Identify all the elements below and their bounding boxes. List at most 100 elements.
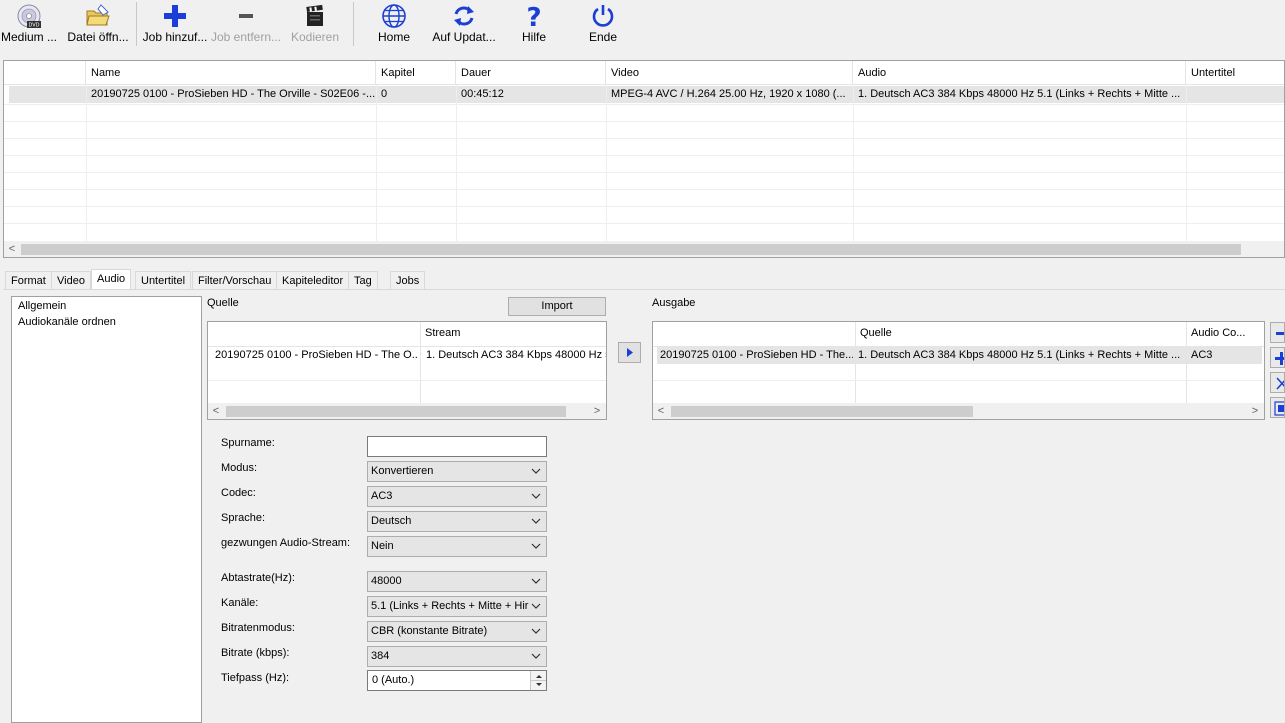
exit-label: Ende <box>588 30 618 44</box>
list-item-audio-channel-order[interactable]: Audiokanäle ordnen <box>18 316 116 328</box>
column-header-duration[interactable]: Dauer <box>456 61 606 85</box>
column-header-audio-codec[interactable]: Audio Co... <box>1191 327 1245 339</box>
tab-jobs[interactable]: Jobs <box>390 271 426 289</box>
add-to-output-button[interactable] <box>618 342 641 363</box>
scroll-right-arrow-icon[interactable]: > <box>590 403 604 419</box>
forced-stream-value: Nein <box>371 540 394 552</box>
source-table-scrollbar[interactable]: < > <box>208 403 606 419</box>
output-label: Ausgabe <box>652 297 696 309</box>
codec-label: Codec: <box>221 487 256 499</box>
clear-output-button[interactable] <box>1270 372 1285 393</box>
column-header-subtitles[interactable]: Untertitel <box>1186 61 1284 85</box>
add-job-label: Job hinzuf... <box>142 30 208 44</box>
lowpass-spinbox[interactable]: 0 (Auto.) <box>367 670 547 691</box>
output-stream-table[interactable]: Quelle Audio Co... 20190725 0100 - ProSi… <box>652 321 1265 420</box>
scrollbar-thumb[interactable] <box>226 406 566 417</box>
add-output-button[interactable] <box>1270 347 1285 368</box>
spin-up-down-icon <box>531 675 546 686</box>
exit-button[interactable]: Ende <box>577 0 629 52</box>
help-button[interactable]: ? Hilfe <box>508 0 560 52</box>
help-label: Hilfe <box>521 30 546 44</box>
scrollbar-thumb[interactable] <box>671 406 973 417</box>
audio-settings-list[interactable]: Allgemein Audiokanäle ordnen <box>11 296 202 723</box>
column-header-name[interactable]: Name <box>86 61 376 85</box>
medium-label: Medium ... <box>0 30 57 44</box>
source-file-cell[interactable]: 20190725 0100 - ProSieben HD - The O... <box>215 349 418 361</box>
language-select[interactable]: Deutsch <box>367 511 547 532</box>
toolbar-separator <box>136 2 137 46</box>
select-all-icon <box>1274 401 1284 416</box>
home-button[interactable]: Home <box>368 0 420 52</box>
remove-output-button[interactable] <box>1270 322 1285 343</box>
film-clapper-icon <box>306 4 323 26</box>
grid-line <box>4 104 1284 105</box>
output-table-scrollbar[interactable]: < > <box>653 403 1264 419</box>
open-file-label: Datei öffn... <box>67 30 129 44</box>
scroll-left-arrow-icon[interactable]: < <box>5 241 19 257</box>
update-button[interactable]: Auf Updat... <box>428 0 500 52</box>
import-button[interactable]: Import <box>508 297 606 316</box>
tab-subtitles[interactable]: Untertitel <box>135 271 192 289</box>
grid-line <box>653 380 1264 381</box>
forced-stream-select[interactable]: Nein <box>367 536 547 557</box>
mode-select[interactable]: Konvertieren <box>367 461 547 482</box>
channels-select[interactable]: 5.1 (Links + Rechts + Mitte + Hir <box>367 596 547 617</box>
column-header-video[interactable]: Video <box>606 61 853 85</box>
scrollbar-thumb[interactable] <box>21 244 1241 255</box>
encode-button[interactable]: Kodieren <box>288 0 342 52</box>
bitrate-mode-select[interactable]: CBR (konstante Bitrate) <box>367 621 547 642</box>
open-file-button[interactable]: Datei öffn... <box>64 0 132 52</box>
chevron-down-icon <box>531 628 541 634</box>
tab-audio[interactable]: Audio <box>91 269 132 290</box>
toolbar-separator <box>353 2 354 46</box>
chevron-down-icon <box>531 493 541 499</box>
language-label: Sprache: <box>221 512 266 524</box>
grid-line <box>4 138 1284 139</box>
column-header-source[interactable]: Quelle <box>860 327 892 339</box>
remove-job-button[interactable]: Job entfern... <box>210 0 282 52</box>
codec-select[interactable]: AC3 <box>367 486 547 507</box>
grid-line <box>4 155 1284 156</box>
output-file-cell[interactable]: 20190725 0100 - ProSieben HD - The... <box>660 349 853 361</box>
medium-button[interactable]: DVD Medium ... <box>0 0 58 52</box>
job-chapters-cell: 0 <box>381 88 388 100</box>
tab-chapter-editor[interactable]: Kapiteleditor <box>276 271 350 289</box>
select-all-output-button[interactable] <box>1270 397 1285 418</box>
question-mark-icon: ? <box>526 3 541 29</box>
play-arrow-icon <box>627 348 633 357</box>
remove-job-label: Job entfern... <box>210 30 282 44</box>
source-stream-cell[interactable]: 1. Deutsch AC3 384 Kbps 48000 Hz 5 <box>426 349 606 361</box>
tab-tag[interactable]: Tag <box>348 271 378 289</box>
samplerate-select[interactable]: 48000 <box>367 571 547 592</box>
tab-video[interactable]: Video <box>51 271 91 289</box>
list-item-general[interactable]: Allgemein <box>18 300 66 312</box>
column-header-audio[interactable]: Audio <box>853 61 1186 85</box>
column-header-chapters[interactable]: Kapitel <box>376 61 456 85</box>
svg-text:?: ? <box>526 3 541 29</box>
open-folder-icon <box>86 4 110 26</box>
scroll-right-arrow-icon[interactable]: > <box>1248 403 1262 419</box>
bitrate-select[interactable]: 384 <box>367 646 547 667</box>
grid-line <box>420 322 421 403</box>
track-name-input[interactable] <box>367 436 547 457</box>
scroll-left-arrow-icon[interactable]: < <box>209 403 223 419</box>
tab-format[interactable]: Format <box>5 271 52 289</box>
column-header-stream[interactable]: Stream <box>425 327 460 339</box>
grid-line <box>208 380 606 381</box>
grid-line <box>456 85 457 242</box>
source-label: Quelle <box>207 297 239 309</box>
grid-line <box>4 172 1284 173</box>
scroll-left-arrow-icon[interactable]: < <box>654 403 668 419</box>
column-header-check[interactable] <box>4 61 86 85</box>
job-table[interactable]: Name Kapitel Dauer Video Audio Untertite… <box>3 60 1285 258</box>
track-name-label: Spurname: <box>221 437 275 449</box>
grid-line <box>853 85 854 242</box>
job-table-scrollbar[interactable]: < <box>4 241 1284 257</box>
add-job-button[interactable]: Job hinzuf... <box>142 0 208 52</box>
spin-buttons[interactable] <box>530 671 546 690</box>
source-stream-table[interactable]: Stream 20190725 0100 - ProSieben HD - Th… <box>207 321 607 420</box>
tab-filter-preview[interactable]: Filter/Vorschau <box>192 271 278 289</box>
channels-label: Kanäle: <box>221 597 259 609</box>
output-codec-cell[interactable]: AC3 <box>1191 349 1212 361</box>
output-source-cell[interactable]: 1. Deutsch AC3 384 Kbps 48000 Hz 5.1 (Li… <box>858 349 1184 361</box>
